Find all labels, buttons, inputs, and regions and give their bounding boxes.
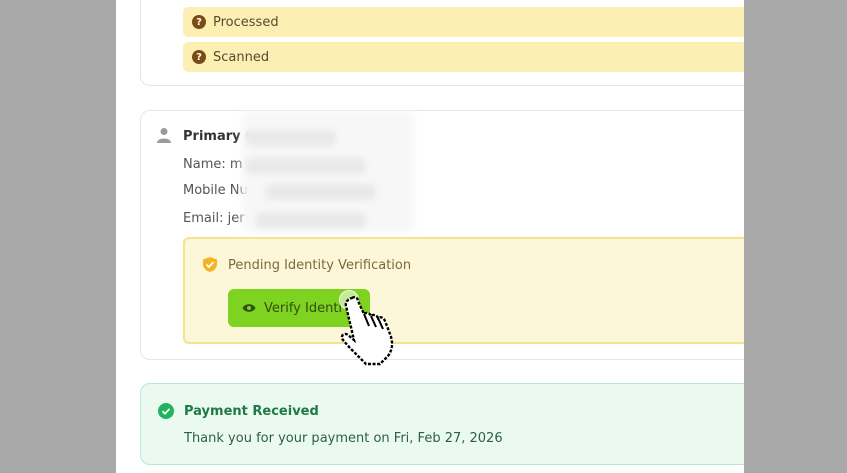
- mobile-field: Mobile Nu: [183, 183, 248, 198]
- payment-title: Payment Received: [184, 404, 319, 419]
- pending-verification-label: Pending Identity Verification: [228, 258, 412, 273]
- hand-pointer-icon: [340, 296, 394, 366]
- person-icon: [157, 128, 171, 143]
- identity-verification-panel: Pending Identity Verification Verify Ide…: [183, 237, 744, 344]
- question-circle-icon: ?: [192, 50, 206, 64]
- status-label: Scanned: [213, 49, 270, 65]
- question-circle-icon: ?: [192, 15, 206, 29]
- check-circle-icon: [158, 403, 174, 419]
- verify-button-label: Verify Identi: [264, 300, 343, 316]
- name-field: Name: m: [183, 157, 243, 172]
- redaction-blur: [246, 130, 336, 146]
- status-item-processed: ? Processed: [183, 7, 744, 37]
- email-field: Email: jer: [183, 211, 245, 226]
- payment-message: Thank you for your payment on Fri, Feb 2…: [184, 431, 503, 446]
- status-item-scanned: ? Scanned: [183, 42, 744, 72]
- status-label: Processed: [213, 14, 279, 30]
- redaction-blur: [266, 184, 376, 200]
- page-content: ? Processed ? Scanned Primary C Name: m …: [116, 0, 744, 473]
- payment-received-card: Payment Received Thank you for your paym…: [140, 383, 744, 465]
- redaction-blur: [246, 158, 366, 174]
- shield-check-icon: [203, 257, 217, 272]
- redaction-blur: [256, 212, 366, 228]
- eye-icon: [242, 304, 256, 312]
